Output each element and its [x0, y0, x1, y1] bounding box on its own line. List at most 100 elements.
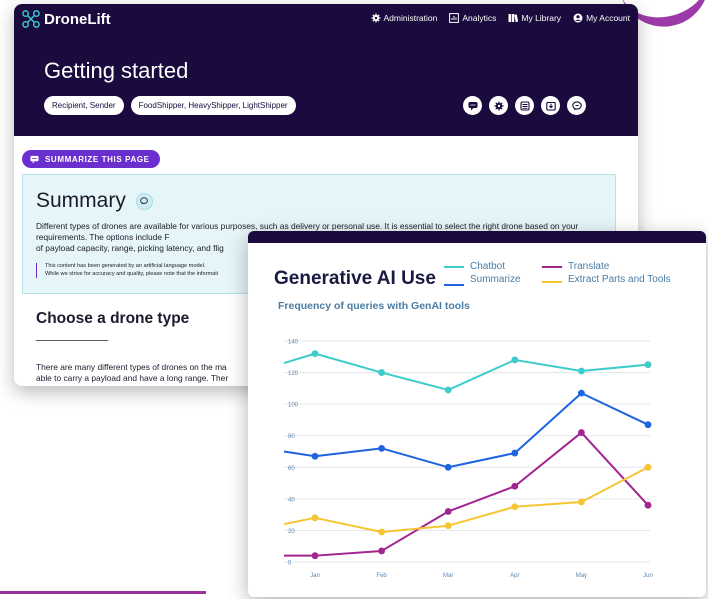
section-divider [36, 340, 108, 341]
disclaimer-line-2: While we strive for accuracy and quality… [45, 270, 219, 277]
data-point [511, 449, 519, 457]
feedback-button[interactable] [567, 96, 586, 115]
data-point [578, 367, 585, 375]
data-point [378, 528, 385, 536]
data-point [311, 552, 319, 560]
data-point [444, 522, 452, 530]
data-point [578, 389, 585, 397]
nav-label: My Account [586, 13, 630, 23]
legend-swatch [542, 266, 562, 268]
series-line [283, 352, 649, 391]
legend-item-summarize[interactable]: Summarize [444, 274, 542, 286]
legend-swatch [444, 284, 464, 286]
data-point [578, 429, 585, 436]
page-action-buttons [463, 96, 586, 115]
chat-button[interactable] [463, 96, 482, 115]
data-point [511, 503, 519, 511]
body-text-line-1: There are many different types of drones… [36, 362, 227, 372]
chat-icon [468, 101, 477, 110]
library-icon [508, 14, 519, 23]
y-tick-label: 80 [288, 434, 295, 440]
decorative-line [0, 591, 206, 594]
chip-shippers[interactable]: FoodShipper, HeavyShipper, LightShipper [130, 96, 296, 115]
data-point [444, 386, 452, 394]
nav-my-library[interactable]: My Library [508, 13, 561, 23]
legend-item-extract[interactable]: Extract Parts and Tools [542, 274, 682, 286]
data-point [511, 356, 519, 364]
data-point [444, 508, 452, 515]
y-tick-label: 120 [288, 371, 299, 377]
series-line [283, 466, 649, 534]
screenshot-stage: DroneLift Administration Analytics My Li… [0, 0, 708, 599]
y-tick-label: 0 [288, 561, 292, 567]
nav-my-account[interactable]: My Account [573, 13, 630, 23]
list-button[interactable] [515, 96, 534, 115]
chip-roles[interactable]: Recipient, Sender [44, 96, 124, 115]
settings-button[interactable] [489, 96, 508, 115]
feedback-icon [571, 100, 582, 110]
download-button[interactable] [541, 96, 560, 115]
x-tick-label: May [576, 573, 587, 579]
chart-icon [449, 13, 460, 23]
summary-ai-badge[interactable] [135, 192, 153, 210]
nav-analytics[interactable]: Analytics [449, 13, 496, 23]
chart-subtitle: Frequency of queries with GenAI tools [278, 300, 470, 312]
download-icon [545, 101, 556, 111]
x-tick-label: Mar [443, 573, 453, 579]
y-tick-label: 40 [288, 497, 295, 503]
x-tick-label: Apr [510, 573, 519, 579]
chart-legend: Chatbot Translate Summarize Extract Part… [444, 261, 682, 286]
chart-title: Generative AI Use [274, 268, 436, 289]
list-icon [519, 100, 530, 111]
legend-item-chatbot[interactable]: Chatbot [444, 261, 542, 272]
account-icon [573, 13, 583, 23]
feedback-icon [140, 197, 149, 205]
summarize-page-button[interactable]: SUMMARIZE THIS PAGE [22, 150, 160, 168]
ai-disclaimer: This content has been generated by an ar… [36, 263, 218, 278]
legend-swatch [542, 281, 562, 283]
disclaimer-line-1: This content has been generated by an ar… [45, 263, 206, 269]
nav-label: Administration [383, 13, 438, 23]
section-title: Choose a drone type [36, 310, 190, 327]
nav-label: Analytics [462, 13, 497, 23]
y-tick-label: 60 [288, 466, 295, 472]
data-point [378, 547, 385, 555]
data-point [644, 501, 652, 509]
data-point [644, 421, 652, 429]
nav-label: My Library [521, 13, 562, 23]
data-point [378, 369, 385, 376]
data-point [311, 452, 319, 460]
y-tick-label: 140 [288, 340, 299, 346]
y-tick-label: 20 [288, 529, 295, 535]
x-tick-label: Jun [643, 573, 653, 579]
data-point [644, 463, 652, 471]
chart-card: 0 20 40 60 80 100 120 140 Jan Feb Mar Apr May Jun Gen… [248, 231, 706, 597]
page-title: Getting started [44, 58, 189, 83]
summary-title: Summary [36, 189, 126, 212]
y-tick-label: 100 [288, 403, 299, 409]
nav-administration[interactable]: Administration [371, 13, 438, 23]
top-navigation: Administration Analytics My Library My A… [371, 13, 630, 23]
page-header: DroneLift Administration Analytics My Li… [14, 4, 638, 136]
x-tick-label: Jan [310, 573, 320, 579]
brand-name: DroneLift [44, 10, 111, 28]
gear-icon [371, 13, 380, 23]
summary-text-line3: of payload capacity, range, picking late… [36, 243, 224, 253]
data-point [578, 498, 585, 506]
summarize-label: SUMMARIZE THIS PAGE [45, 154, 150, 164]
body-text-line-2: able to carry a payload and have a long … [36, 373, 229, 383]
legend-label: Summarize [470, 274, 521, 285]
chat-icon [30, 155, 39, 164]
data-point [311, 514, 319, 522]
data-point [644, 361, 652, 369]
legend-item-translate[interactable]: Translate [542, 261, 682, 272]
brand-logo[interactable]: DroneLift [22, 10, 111, 28]
series-line [284, 431, 649, 557]
legend-label: Translate [568, 261, 610, 272]
gear-icon [494, 101, 503, 110]
data-point [378, 444, 385, 452]
x-tick-label: Feb [376, 573, 387, 579]
drone-icon [22, 10, 40, 28]
role-chips: Recipient, Sender FoodShipper, HeavyShip… [44, 96, 296, 115]
legend-swatch [444, 266, 464, 268]
